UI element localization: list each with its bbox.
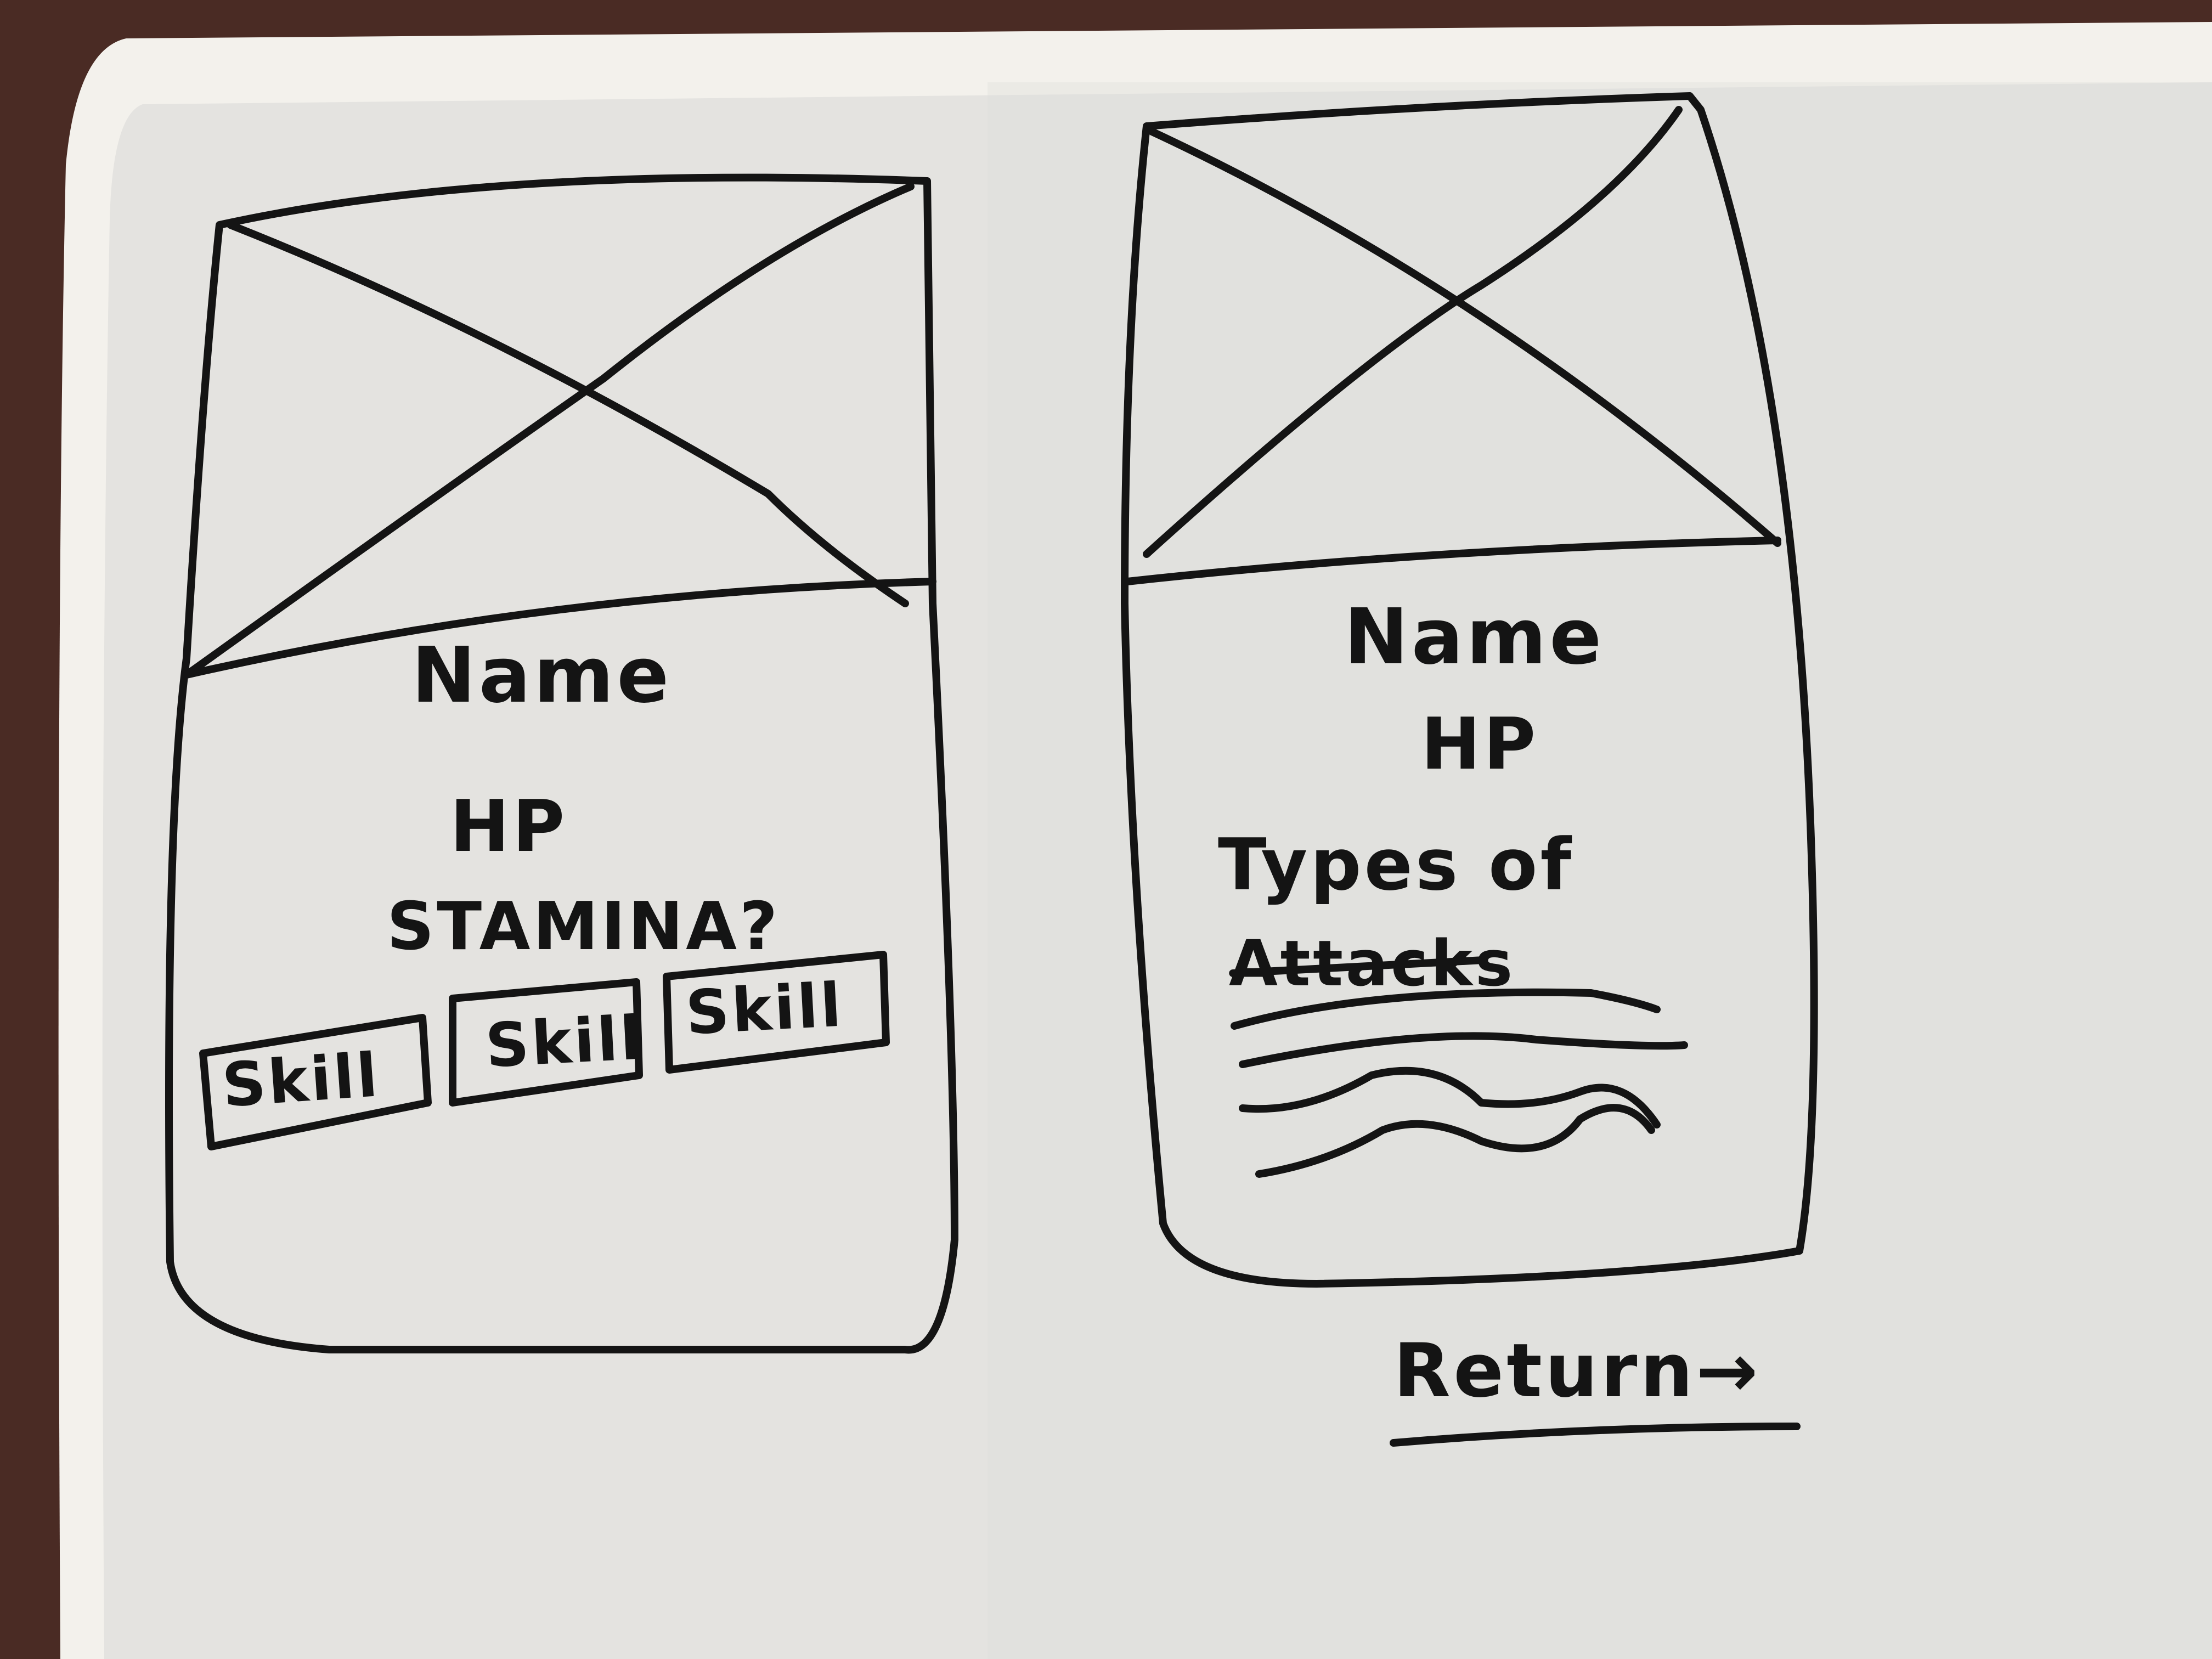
left-card-name: Name (411, 631, 672, 720)
return-link[interactable]: Return→ (1393, 1328, 1761, 1414)
skill-button-1[interactable]: Skill (220, 1040, 382, 1121)
whiteboard-photo (0, 0, 2212, 1659)
right-card-types-heading: Types of (1218, 823, 1575, 906)
skill-button-2[interactable]: Skill (484, 1003, 645, 1081)
left-card-stamina: STAMINA? (387, 889, 781, 965)
board-shading (988, 82, 2212, 1659)
right-card-name: Name (1344, 592, 1605, 682)
right-card-hp: HP (1421, 702, 1539, 786)
left-card-hp: HP (450, 785, 568, 868)
skill-button-3[interactable]: Skill (684, 970, 845, 1048)
